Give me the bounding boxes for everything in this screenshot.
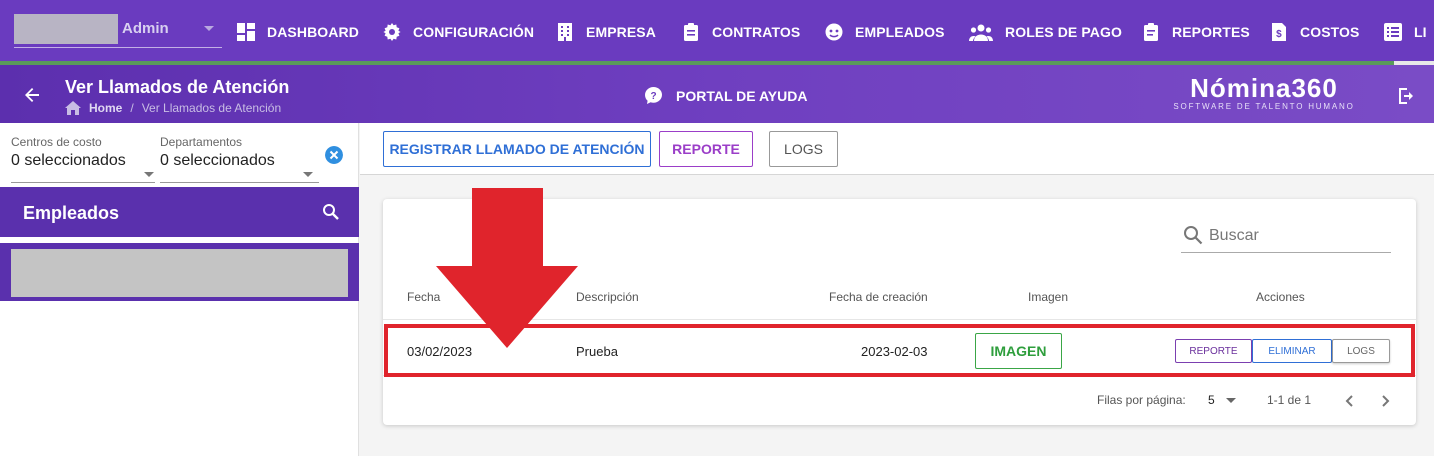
clipboard-list-icon xyxy=(1144,23,1158,41)
chevron-down-icon xyxy=(303,172,313,177)
user-name: Admin xyxy=(122,20,169,37)
employees-title: Empleados xyxy=(23,203,120,223)
arrow-back-icon[interactable] xyxy=(22,85,42,105)
nav-costos-label: COSTOS xyxy=(1300,24,1360,40)
breadcrumb-current: Ver Llamados de Atención xyxy=(141,101,282,115)
employee-name-redacted xyxy=(11,249,348,297)
clipboard-icon xyxy=(684,23,698,41)
nav-listas-label: LI xyxy=(1414,24,1427,40)
column-header-imagen: Imagen xyxy=(1028,290,1069,304)
nav-contratos[interactable]: CONTRATOS xyxy=(682,20,800,44)
home-icon xyxy=(65,101,81,115)
report-button[interactable]: REPORTE xyxy=(659,131,753,167)
nav-reportes-label: REPORTES xyxy=(1172,24,1250,40)
nav-empleados-label: EMPLEADOS xyxy=(855,24,945,40)
table-search[interactable] xyxy=(1181,221,1391,253)
nav-dashboard-label: DASHBOARD xyxy=(267,24,359,40)
logout-icon[interactable] xyxy=(1396,86,1416,106)
help-portal-link[interactable]: ? PORTAL DE AYUDA xyxy=(645,87,807,104)
building-icon xyxy=(558,23,572,41)
nav-contratos-label: CONTRATOS xyxy=(712,24,801,40)
nav-configuracion[interactable]: CONFIGURACIÓN xyxy=(383,20,534,44)
list-icon xyxy=(1384,23,1402,41)
svg-text:?: ? xyxy=(650,91,656,102)
nav-empleados[interactable]: EMPLEADOS xyxy=(825,20,945,44)
dashboard-icon xyxy=(237,23,255,41)
department-underline xyxy=(160,182,319,183)
page-header: Ver Llamados de Atención Home / Ver Llam… xyxy=(0,65,1434,123)
help-bubble-icon: ? xyxy=(645,87,662,104)
cost-center-label: Centros de costo xyxy=(11,135,102,149)
cost-center-underline xyxy=(11,182,155,183)
cost-center-select[interactable]: Centros de costo 0 seleccionados xyxy=(11,135,155,183)
nav-empresa-label: EMPRESA xyxy=(586,24,656,40)
employee-list-item[interactable] xyxy=(0,243,359,301)
column-header-descripcion[interactable]: Descripción xyxy=(576,290,639,304)
nav-reportes[interactable]: REPORTES xyxy=(1142,20,1250,44)
chevron-down-icon xyxy=(144,172,154,177)
action-toolbar: REGISTRAR LLAMADO DE ATENCIÓN REPORTE LO… xyxy=(360,123,1434,175)
breadcrumb-home[interactable]: Home xyxy=(89,101,122,115)
register-warning-button[interactable]: REGISTRAR LLAMADO DE ATENCIÓN xyxy=(383,131,651,167)
breadcrumb-separator: / xyxy=(130,101,134,115)
user-avatar-redacted xyxy=(14,14,118,44)
department-value: 0 seleccionados xyxy=(160,152,275,169)
chevron-left-icon[interactable] xyxy=(1341,392,1359,410)
employee-sidebar: Centros de costo 0 seleccionados Departa… xyxy=(0,123,359,456)
dollar-file-icon: $ xyxy=(1272,23,1286,41)
employees-header: Empleados xyxy=(0,187,359,237)
svg-text:$: $ xyxy=(1276,29,1282,40)
group-icon xyxy=(969,24,993,41)
chevron-right-icon[interactable] xyxy=(1376,392,1394,410)
page-title: Ver Llamados de Atención xyxy=(65,77,290,97)
nav-roles-de-pago[interactable]: ROLES DE PAGO xyxy=(969,20,1122,44)
search-input[interactable] xyxy=(1209,223,1384,249)
breadcrumb: Home / Ver Llamados de Atención xyxy=(65,101,281,115)
top-navbar: Admin DASHBOARD CONFIGURACIÓN EMPRESA CO… xyxy=(0,0,1434,64)
user-menu[interactable]: Admin xyxy=(14,14,222,48)
column-header-acciones: Acciones xyxy=(1256,290,1305,304)
search-icon xyxy=(1184,226,1203,245)
nav-dashboard[interactable]: DASHBOARD xyxy=(237,20,359,44)
gear-icon xyxy=(383,23,401,41)
column-header-fecha-creacion[interactable]: Fecha de creación xyxy=(829,290,928,304)
pagination-range: 1-1 de 1 xyxy=(1267,393,1312,407)
help-portal-label: PORTAL DE AYUDA xyxy=(676,87,808,104)
brand-logo: Nómina360 SOFTWARE DE TALENTO HUMANO xyxy=(1172,74,1356,111)
rows-per-page-label: Filas por página: xyxy=(1097,393,1186,407)
nav-costos[interactable]: $ COSTOS xyxy=(1270,20,1359,44)
rows-per-page-select[interactable]: 5 xyxy=(1208,393,1215,407)
logs-button[interactable]: LOGS xyxy=(769,131,838,167)
clear-filters-icon[interactable] xyxy=(325,146,343,164)
nav-configuracion-label: CONFIGURACIÓN xyxy=(413,24,535,40)
chevron-down-icon xyxy=(204,26,214,31)
brand-tagline: SOFTWARE DE TALENTO HUMANO xyxy=(1173,102,1355,111)
chevron-down-icon xyxy=(1226,398,1236,403)
department-label: Departamentos xyxy=(160,135,243,149)
nav-listas[interactable]: LI xyxy=(1384,20,1427,44)
department-select[interactable]: Departamentos 0 seleccionados xyxy=(160,135,319,183)
annotation-arrow-down-icon xyxy=(436,188,578,348)
nav-roles-de-pago-label: ROLES DE PAGO xyxy=(1005,24,1122,40)
search-icon[interactable] xyxy=(322,203,340,221)
cost-center-value: 0 seleccionados xyxy=(11,152,126,169)
nav-empresa[interactable]: EMPRESA xyxy=(556,20,656,44)
face-icon xyxy=(825,23,843,41)
brand-name: Nómina360 xyxy=(1190,73,1338,103)
